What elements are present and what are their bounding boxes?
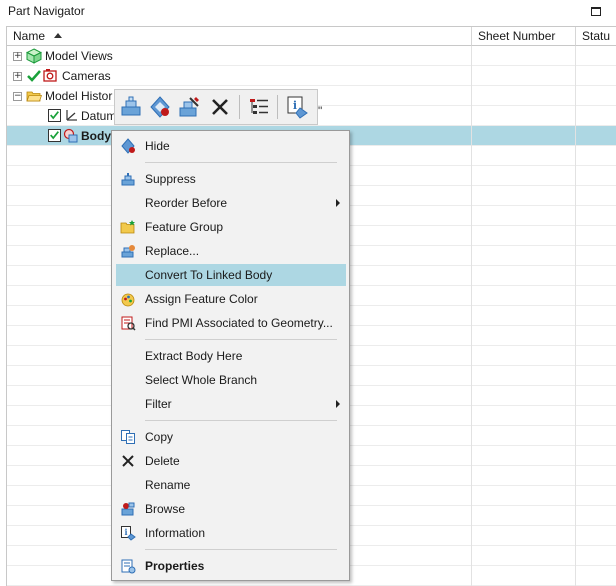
datum-visibility-checkbox[interactable] <box>48 109 61 122</box>
sort-ascending-icon <box>54 33 63 38</box>
menu-item-copy[interactable]: Copy <box>116 426 346 448</box>
svg-text:i: i <box>124 527 127 537</box>
copy-icon <box>120 429 136 445</box>
menu-item-feature-group[interactable]: Feature Group <box>116 216 346 238</box>
body-visibility-checkbox[interactable] <box>48 129 61 142</box>
tree-row-model-views[interactable]: + Model Views <box>7 46 616 66</box>
menu-item-extract-body-here[interactable]: Extract Body Here <box>116 345 346 367</box>
column-header-status-label: Statu <box>582 29 611 43</box>
title-bar: Part Navigator <box>0 0 616 24</box>
toolbar-more-indicator: " <box>318 104 323 118</box>
menu-item-suppress[interactable]: Suppress <box>116 168 346 190</box>
toolbar-separator <box>277 95 278 119</box>
hide-tool-icon[interactable] <box>147 94 173 120</box>
find-pmi-icon <box>120 315 136 331</box>
tree-row-cameras[interactable]: + Cameras <box>7 66 616 86</box>
menu-separator <box>145 549 337 550</box>
menu-label-reorder-before: Reorder Before <box>145 196 228 210</box>
menu-label-copy: Copy <box>145 430 174 444</box>
menu-item-browse[interactable]: Browse <box>116 498 346 520</box>
menu-label-find-pmi: Find PMI Associated to Geometry... <box>145 316 333 330</box>
menu-item-select-whole-branch[interactable]: Select Whole Branch <box>116 369 346 391</box>
submenu-arrow-icon <box>336 199 340 207</box>
tree-label-cameras: Cameras <box>62 69 111 83</box>
feature-list-tool-icon[interactable] <box>246 94 272 120</box>
camera-icon <box>42 68 58 84</box>
collapse-minus-icon[interactable]: − <box>13 92 22 101</box>
tree-label-datum: Datum <box>81 109 117 123</box>
panel-title: Part Navigator <box>8 4 85 18</box>
menu-label-hide: Hide <box>145 139 170 153</box>
menu-label-rename: Rename <box>145 478 191 492</box>
browse-icon <box>120 501 136 517</box>
menu-label-convert-to-linked-body: Convert To Linked Body <box>145 268 273 282</box>
tree-label-model-views: Model Views <box>45 49 113 63</box>
menu-label-extract-body-here: Extract Body Here <box>145 349 243 363</box>
menu-label-properties: Properties <box>145 559 205 573</box>
datum-csys-icon <box>63 108 79 124</box>
menu-label-information: Information <box>145 526 206 540</box>
menu-item-hide[interactable]: Hide <box>116 135 346 157</box>
menu-label-select-whole-branch: Select Whole Branch <box>145 373 258 387</box>
assign-color-icon <box>120 291 136 307</box>
menu-item-convert-to-linked-body[interactable]: Convert To Linked Body <box>116 264 346 286</box>
suppress-icon <box>120 171 136 187</box>
information-tool-icon[interactable]: i <box>284 94 310 120</box>
menu-label-browse: Browse <box>145 502 186 516</box>
delete-tool-icon[interactable] <box>207 94 233 120</box>
menu-item-assign-feature-color[interactable]: Assign Feature Color <box>116 288 346 310</box>
column-header-status[interactable]: Statu <box>576 27 616 46</box>
menu-label-filter: Filter <box>145 397 172 411</box>
column-header-sheet-number[interactable]: Sheet Number <box>472 27 576 46</box>
hide-icon <box>120 138 136 154</box>
menu-item-delete[interactable]: Delete <box>116 450 346 472</box>
information-icon: i <box>120 525 136 541</box>
menu-label-replace: Replace... <box>145 244 200 258</box>
toolbar-separator <box>239 95 240 119</box>
model-views-icon <box>26 48 42 64</box>
folder-open-icon <box>26 88 42 104</box>
feature-group-folder-icon <box>120 219 136 235</box>
expand-plus-icon[interactable]: + <box>13 52 22 61</box>
menu-label-suppress: Suppress <box>145 172 196 186</box>
tree-label-model-history: Model Histor <box>45 89 113 103</box>
mini-toolbar: i <box>114 89 318 125</box>
menu-label-delete: Delete <box>145 454 180 468</box>
menu-item-replace[interactable]: Replace... <box>116 240 346 262</box>
menu-separator <box>145 162 337 163</box>
tree-label-body: Body <box>81 129 111 143</box>
menu-item-rename[interactable]: Rename <box>116 474 346 496</box>
properties-icon <box>120 558 136 574</box>
expand-plus-icon[interactable]: + <box>13 72 22 81</box>
svg-text:i: i <box>293 99 297 112</box>
delete-x-icon <box>120 453 136 469</box>
column-header-name[interactable]: Name <box>7 27 472 46</box>
submenu-arrow-icon <box>336 400 340 408</box>
replace-icon <box>120 243 136 259</box>
menu-item-filter[interactable]: Filter <box>116 393 346 415</box>
checkmark-icon <box>26 68 42 84</box>
menu-item-information[interactable]: i Information <box>116 522 346 544</box>
menu-item-reorder-before[interactable]: Reorder Before <box>116 192 346 214</box>
menu-label-feature-group: Feature Group <box>145 220 224 234</box>
maximize-button[interactable] <box>591 7 601 16</box>
menu-item-find-pmi[interactable]: Find PMI Associated to Geometry... <box>116 312 346 334</box>
context-menu: Hide Suppress Reorder Before Feature Gro… <box>111 130 350 581</box>
menu-item-properties[interactable]: Properties <box>116 555 346 577</box>
linked-body-icon <box>63 128 79 144</box>
column-header-sheet-number-label: Sheet Number <box>478 29 556 43</box>
menu-label-assign-feature-color: Assign Feature Color <box>145 292 258 306</box>
edit-feature-tool-icon[interactable] <box>176 94 202 120</box>
menu-separator <box>145 339 337 340</box>
column-header-name-label: Name <box>13 29 46 43</box>
menu-separator <box>145 420 337 421</box>
suppress-tool-icon[interactable] <box>118 94 144 120</box>
